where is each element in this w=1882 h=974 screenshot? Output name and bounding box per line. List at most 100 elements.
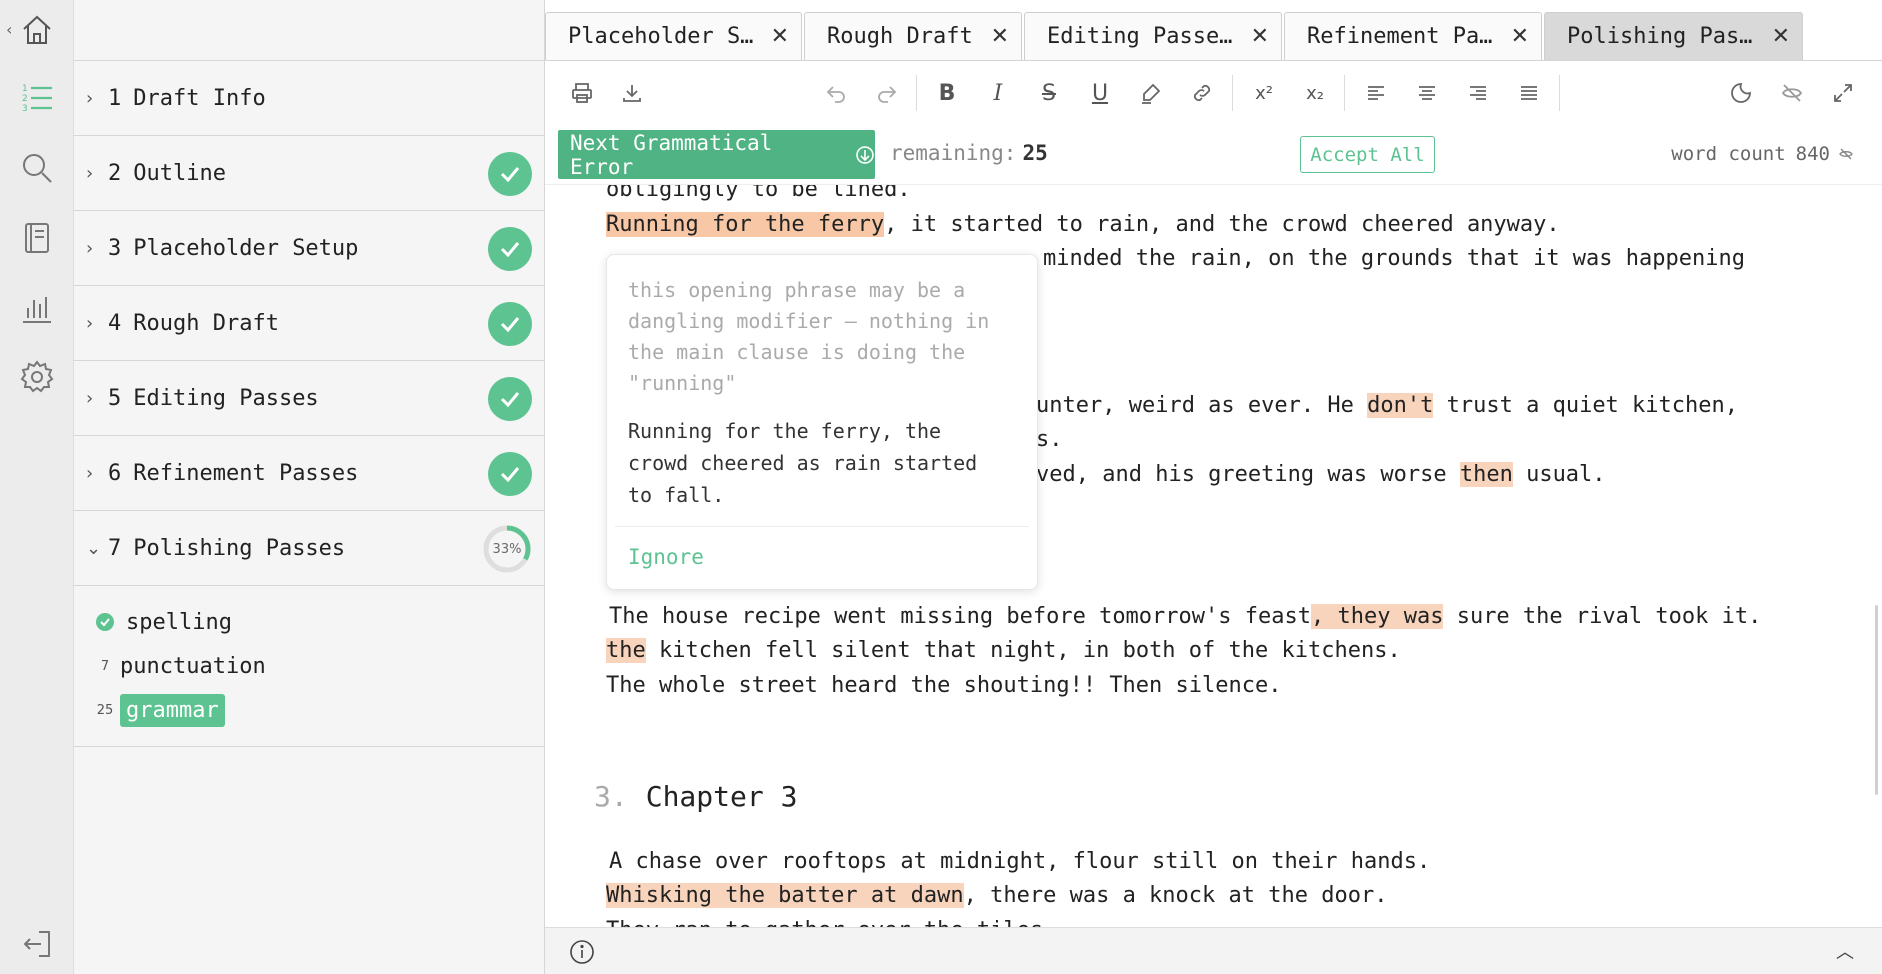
underline-icon[interactable]: U: [1084, 77, 1116, 109]
grammar-highlight[interactable]: Whisking the batter at dawn: [606, 883, 964, 908]
remaining-value: 25: [1022, 141, 1048, 165]
subitem-spelling[interactable]: spelling: [74, 600, 544, 644]
remaining-count: remaining: 25: [890, 141, 1048, 165]
next-grammatical-error-button[interactable]: Next Grammatical Error: [558, 130, 875, 179]
word-count-label: word count: [1671, 143, 1786, 165]
download-icon[interactable]: [616, 77, 648, 109]
hide-icon[interactable]: [1776, 77, 1808, 109]
align-left-icon[interactable]: [1360, 77, 1392, 109]
hide-icon[interactable]: [1838, 146, 1854, 162]
subitem-grammar[interactable]: 25 grammar: [74, 688, 544, 732]
svg-text:2: 2: [22, 94, 28, 104]
sidebar-section-draft-info[interactable]: › 1 Draft Info: [74, 61, 544, 136]
grammar-highlight[interactable]: the: [606, 638, 646, 663]
gear-icon[interactable]: [17, 357, 57, 397]
close-icon[interactable]: ✕: [991, 24, 1009, 49]
subscript-icon[interactable]: x₂: [1299, 77, 1331, 109]
chevron-down-icon: ⌄: [86, 537, 102, 559]
text-span: usual.: [1512, 462, 1606, 487]
highlighter-icon[interactable]: [1135, 77, 1167, 109]
check-icon: [488, 152, 532, 196]
chapter-heading: 3. Chapter 3: [594, 780, 797, 813]
section-number: 6: [108, 460, 122, 486]
sidebar-header: [74, 0, 544, 61]
align-right-icon[interactable]: [1462, 77, 1494, 109]
toolbar-divider: [1344, 75, 1345, 111]
polishing-subitems: spelling 7 punctuation 25 grammar: [74, 586, 544, 747]
tab-label: Placeholder S…: [568, 24, 754, 49]
grammar-highlight[interactable]: don't: [1367, 393, 1434, 418]
text-span: , it started to rain, and the crowd chee…: [884, 212, 1560, 237]
text-span: sure the rival took it.: [1443, 604, 1762, 629]
sidebar-section-polishing-passes[interactable]: ⌄ 7 Polishing Passes 33%: [74, 511, 544, 586]
check-icon: [488, 377, 532, 421]
svg-text:3: 3: [22, 104, 28, 114]
close-icon[interactable]: ✕: [771, 24, 789, 49]
check-icon: [488, 227, 532, 271]
suggestion-replacement[interactable]: Running for the ferry, the crowd cheered…: [628, 415, 1018, 511]
toolbar-divider: [916, 75, 917, 111]
sidebar-section-editing-passes[interactable]: › 5 Editing Passes: [74, 361, 544, 436]
text-span: kitchen fell silent that night, in both …: [645, 638, 1401, 663]
subitem-label: spelling: [126, 609, 232, 635]
redo-icon[interactable]: [871, 77, 903, 109]
sidebar-section-placeholder-setup[interactable]: › 3 Placeholder Setup: [74, 211, 544, 286]
tab-label: Refinement Pa…: [1307, 24, 1493, 49]
link-icon[interactable]: [1186, 77, 1218, 109]
chevron-right-icon: ›: [86, 87, 94, 109]
collapse-chevron-icon[interactable]: ‹: [6, 20, 12, 39]
tab-label: Editing Passe…: [1047, 24, 1233, 49]
tab-refinement-passes[interactable]: Refinement Pa… ✕: [1284, 12, 1542, 60]
section-title: Outline: [133, 160, 226, 186]
search-icon[interactable]: [17, 148, 57, 188]
stats-icon[interactable]: [17, 288, 57, 328]
superscript-icon[interactable]: x²: [1248, 77, 1280, 109]
accept-all-button[interactable]: Accept All: [1300, 136, 1435, 173]
home-icon[interactable]: [17, 10, 57, 50]
close-icon[interactable]: ✕: [1251, 24, 1269, 49]
theme-icon[interactable]: [1725, 77, 1757, 109]
notebook-icon[interactable]: [17, 218, 57, 258]
outline-list-icon[interactable]: 123: [17, 78, 57, 118]
grammar-highlight[interactable]: then: [1459, 462, 1513, 487]
popup-divider: [615, 526, 1029, 527]
bold-icon[interactable]: B: [931, 77, 963, 109]
svg-text:1: 1: [22, 84, 28, 94]
heading-number: 3.: [594, 780, 628, 813]
tab-placeholder-setup[interactable]: Placeholder S… ✕: [545, 12, 802, 60]
strikethrough-icon[interactable]: S: [1033, 77, 1065, 109]
subitem-label: punctuation: [120, 653, 266, 679]
align-center-icon[interactable]: [1411, 77, 1443, 109]
tab-polishing-passes[interactable]: Polishing Pas… ✕: [1544, 12, 1803, 60]
text-line: the kitchen fell silent that night, in b…: [606, 638, 1401, 663]
chevron-up-icon[interactable]: ︿: [1836, 938, 1854, 964]
italic-icon[interactable]: I: [982, 77, 1014, 109]
subitem-label: grammar: [120, 693, 225, 727]
ignore-button[interactable]: Ignore: [628, 545, 704, 569]
sidebar-section-outline[interactable]: › 2 Outline: [74, 136, 544, 211]
fullscreen-icon[interactable]: [1827, 77, 1859, 109]
info-icon[interactable]: [569, 939, 595, 965]
subitem-punctuation[interactable]: 7 punctuation: [74, 644, 544, 688]
print-icon[interactable]: [566, 77, 598, 109]
editor-scrollbar[interactable]: [1875, 605, 1878, 795]
text-line: obligingly to be lined.: [606, 185, 911, 202]
text-line: The whole street heard the shouting!! Th…: [606, 673, 1282, 698]
undo-icon[interactable]: [820, 77, 852, 109]
grammar-highlight[interactable]: Running for the ferry: [606, 212, 885, 237]
tab-editing-passes[interactable]: Editing Passe… ✕: [1024, 12, 1282, 60]
sidebar-section-rough-draft[interactable]: › 4 Rough Draft: [74, 286, 544, 361]
sidebar-section-refinement-passes[interactable]: › 6 Refinement Passes: [74, 436, 544, 511]
tab-rough-draft[interactable]: Rough Draft ✕: [804, 12, 1022, 60]
chevron-right-icon: ›: [86, 462, 94, 484]
close-icon[interactable]: ✕: [1772, 24, 1790, 49]
status-footer: ︿: [545, 927, 1882, 974]
grammar-highlight[interactable]: , they was: [1311, 604, 1444, 629]
justify-icon[interactable]: [1513, 77, 1545, 109]
logout-icon[interactable]: [17, 924, 57, 964]
heading-text: Chapter 3: [645, 780, 798, 813]
close-icon[interactable]: ✕: [1511, 24, 1529, 49]
outline-sidebar: › 1 Draft Info › 2 Outline › 3 Placehold…: [74, 0, 545, 974]
editor-toolbar: B I S U x² x₂: [545, 61, 1882, 125]
section-number: 2: [108, 160, 122, 186]
